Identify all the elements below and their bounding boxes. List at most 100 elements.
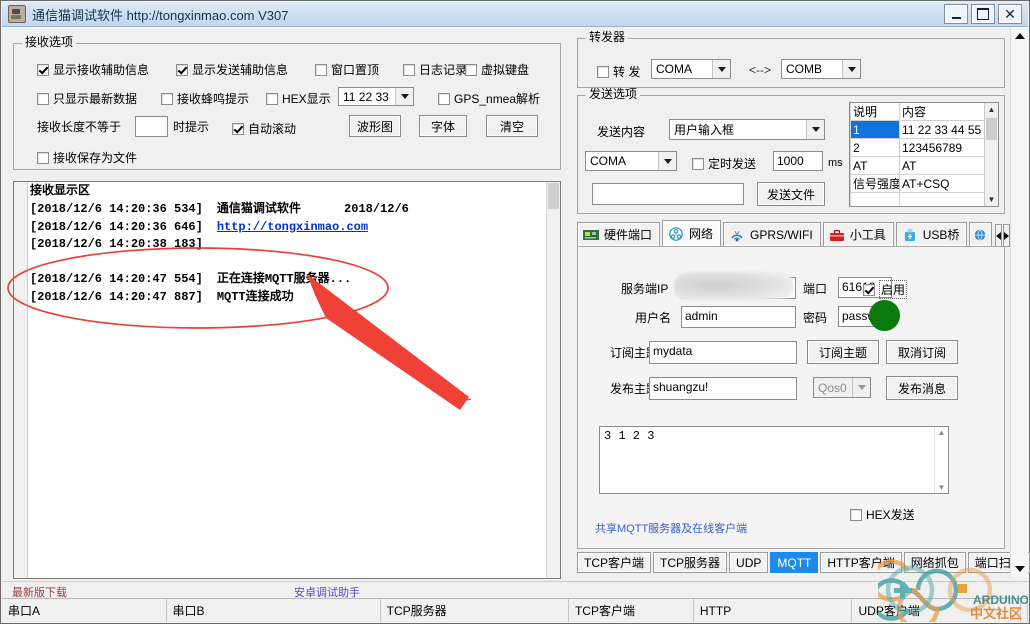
tab-nav-prev[interactable] xyxy=(995,224,1003,247)
checkbox-box xyxy=(403,63,415,76)
cell-content: AT xyxy=(899,156,987,175)
checkbox-always-on-top[interactable]: 窗口置顶 xyxy=(315,61,379,78)
share-mqtt-link[interactable]: 共享MQTT服务器及在线客户端 xyxy=(595,522,747,536)
table-scrollbar[interactable]: ▲ ▼ xyxy=(984,103,998,206)
font-button[interactable]: 字体 xyxy=(419,115,467,137)
waveform-button[interactable]: 波形图 xyxy=(349,115,401,137)
username-input[interactable]: admin xyxy=(681,306,796,328)
forward-port-a-select[interactable]: COMA xyxy=(651,59,731,79)
timed-send-interval-input[interactable]: 1000 xyxy=(773,151,823,171)
tab-network[interactable]: 网络 xyxy=(662,220,722,247)
scroll-up-icon[interactable]: ▲ xyxy=(985,103,998,116)
table-row[interactable]: 1 11 22 33 44 55 xyxy=(850,120,987,139)
page-vertical-scrollbar[interactable] xyxy=(1010,27,1028,577)
subscribe-button[interactable]: 订阅主题 xyxy=(807,340,879,364)
status-cell: TCP服务器 xyxy=(381,599,569,622)
log-timestamp: [2018/12/6 14:20:47 887] xyxy=(30,289,203,304)
publish-button[interactable]: 发布消息 xyxy=(886,376,958,400)
scrollbar-thumb[interactable] xyxy=(986,118,997,140)
scroll-down-icon[interactable]: ▼ xyxy=(935,483,948,492)
port-label: 端口 xyxy=(803,282,828,296)
checkbox-box xyxy=(176,63,188,76)
tab-label: 小工具 xyxy=(849,228,886,242)
log-link[interactable]: http://tongxinmao.com xyxy=(217,220,368,234)
qos-select[interactable]: Qos0 xyxy=(813,377,871,398)
label: 启用 xyxy=(879,280,908,299)
publish-topic-input[interactable]: shuangzu! xyxy=(649,377,797,400)
scroll-down-icon[interactable]: ▼ xyxy=(985,193,998,206)
send-content-select[interactable]: 用户输入框 xyxy=(669,119,825,140)
tab-label: 网络 xyxy=(689,227,714,241)
receive-log-line: [2018/12/6 14:20:47 554] 正在连接MQTT服务器... xyxy=(30,271,542,289)
send-options-legend: 发送选项 xyxy=(586,88,641,100)
checkbox-timed-send[interactable]: 定时发送 xyxy=(692,155,756,172)
checkbox-log-record[interactable]: 日志记录 xyxy=(403,61,467,78)
close-button[interactable]: ✕ xyxy=(998,4,1022,24)
checkbox-box xyxy=(850,508,862,521)
checkbox-gps-nmea[interactable]: GPS_nmea解析 xyxy=(438,90,540,107)
checkbox-forward-enable[interactable]: 转 发 xyxy=(597,63,640,80)
table-row[interactable] xyxy=(850,192,987,206)
app-icon xyxy=(8,5,26,23)
scroll-up-icon[interactable] xyxy=(1011,27,1028,44)
message-scrollbar[interactable]: ▲ ▼ xyxy=(934,427,948,493)
checkbox-virtual-keyboard[interactable]: 虚拟键盘 xyxy=(465,61,529,78)
tab-hardware-port[interactable]: 硬件端口 xyxy=(577,222,661,247)
chevron-down-icon xyxy=(658,152,676,170)
tab-gprs-wifi[interactable]: GPRS/WIFI xyxy=(723,222,821,247)
bottom-tab-TCP客户端[interactable]: TCP客户端 xyxy=(577,552,652,573)
table-header-row: 说明 内容 xyxy=(850,103,987,121)
tab-usb-bridge[interactable]: USB桥 xyxy=(895,222,968,247)
log-message: MQTT连接成功 xyxy=(216,289,294,304)
bottom-tab-网络抓包[interactable]: 网络抓包 xyxy=(903,552,966,573)
send-file-path-input[interactable] xyxy=(592,183,744,205)
tab-tools[interactable]: 小工具 xyxy=(822,222,894,247)
message-textarea[interactable]: 3 1 2 3 ▲ ▼ xyxy=(599,426,949,494)
receive-display-area[interactable]: 接收显示区 [2018/12/6 14:20:36 534] 通信猫调试软件 20… xyxy=(13,181,561,579)
hex-format-value: 11 22 33 xyxy=(343,89,389,104)
table-row[interactable]: 2 123456789 xyxy=(850,138,987,157)
checkbox-hex-send[interactable]: HEX发送 xyxy=(850,506,915,523)
send-file-button[interactable]: 发送文件 xyxy=(757,182,825,206)
forwarder-legend: 转发器 xyxy=(586,31,629,43)
table-row[interactable]: 信号强度 AT+CSQ xyxy=(850,174,987,193)
table-row[interactable]: AT AT xyxy=(850,156,987,175)
checkbox-box xyxy=(315,63,327,76)
subscribe-topic-input[interactable]: mydata xyxy=(649,341,797,364)
hex-format-select[interactable]: 11 22 33 xyxy=(338,87,414,106)
cell-name: 2 xyxy=(850,138,900,157)
checkbox-mqtt-enable[interactable]: 启用 xyxy=(863,280,908,299)
bottom-tab-MQTT[interactable]: MQTT xyxy=(770,552,819,573)
log-message: 正在连接MQTT服务器... xyxy=(216,272,352,286)
status-cell xyxy=(1021,599,1028,622)
bottom-tab-TCP服务器[interactable]: TCP服务器 xyxy=(653,552,728,573)
scrollbar-thumb[interactable] xyxy=(548,183,559,209)
checkbox-auto-scroll[interactable]: 自动滚动 xyxy=(232,120,296,137)
forward-port-b-select[interactable]: COMB xyxy=(781,59,861,79)
status-cell-label: 串口A xyxy=(8,604,41,618)
maximize-button[interactable] xyxy=(971,4,995,24)
clear-button[interactable]: 清空 xyxy=(486,115,538,137)
chevron-down-icon xyxy=(806,120,824,139)
recv-length-input[interactable] xyxy=(135,116,168,137)
server-ip-label: 服务端IP xyxy=(621,282,669,296)
send-shortcut-table[interactable]: 说明 内容 1 11 22 33 44 55 2 123456789 AT AT 信号强度 A… xyxy=(849,102,999,207)
checkbox-hex-display[interactable]: HEX显示 xyxy=(266,90,331,107)
checkbox-recv-beep[interactable]: 接收蜂鸣提示 xyxy=(161,90,249,107)
table-body: 1 11 22 33 44 55 2 123456789 AT AT 信号强度 AT+CSQ xyxy=(850,120,987,206)
bottom-tab-UDP[interactable]: UDP xyxy=(729,552,769,573)
checkbox-latest-only[interactable]: 只显示最新数据 xyxy=(37,90,137,107)
checkbox-save-to-file[interactable]: 接收保存为文件 xyxy=(37,149,137,166)
checkbox-show-send-aux[interactable]: 显示发送辅助信息 xyxy=(176,61,288,78)
checkbox-show-recv-aux[interactable]: 显示接收辅助信息 xyxy=(37,61,149,78)
tab-overflow[interactable] xyxy=(969,222,993,247)
bottom-tab-HTTP客户端[interactable]: HTTP客户端 xyxy=(820,552,902,573)
scroll-down-icon[interactable] xyxy=(1011,560,1028,577)
minimize-button[interactable] xyxy=(944,4,968,24)
log-timestamp: [2018/12/6 14:20:38 183] xyxy=(30,237,203,251)
receive-vertical-scrollbar[interactable] xyxy=(546,182,560,578)
unsubscribe-button[interactable]: 取消订阅 xyxy=(886,340,958,364)
forward-link-symbol: <--> xyxy=(749,63,772,77)
scroll-up-icon[interactable]: ▲ xyxy=(935,428,948,437)
send-port-select[interactable]: COMA xyxy=(585,151,677,171)
